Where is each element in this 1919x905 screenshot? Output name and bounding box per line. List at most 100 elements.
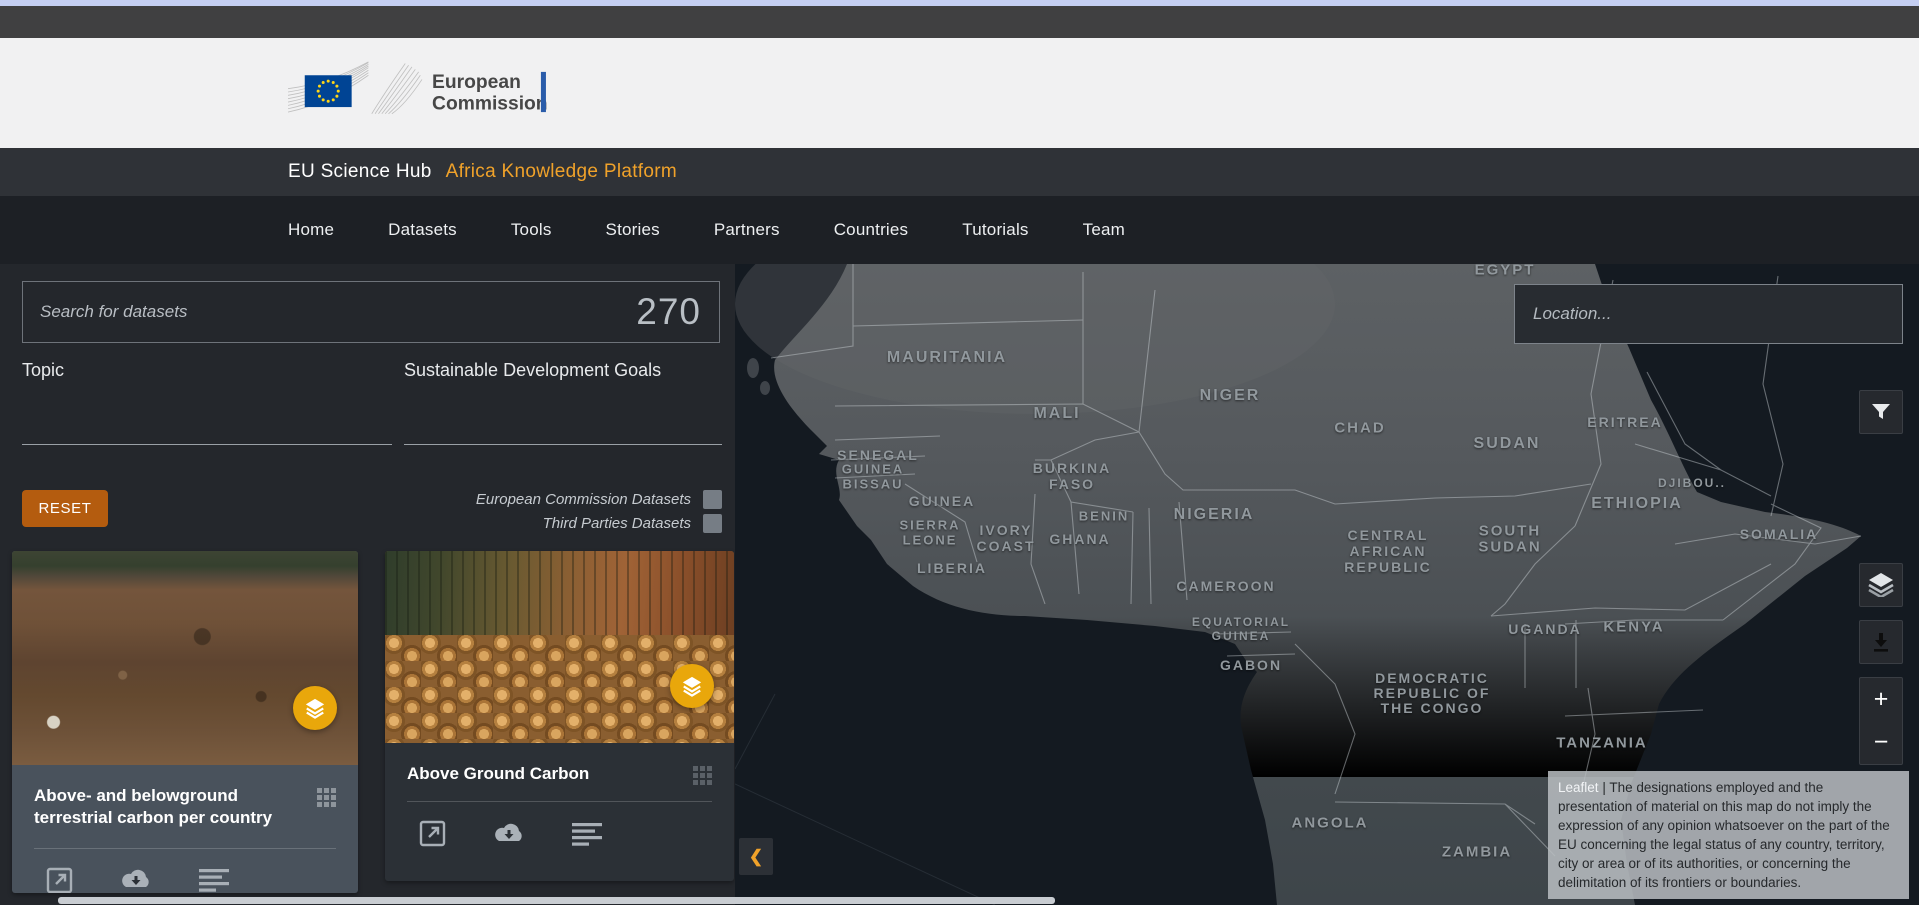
map-filter-button[interactable] <box>1859 390 1903 434</box>
european-commission-logo[interactable]: European Commission <box>288 50 556 134</box>
country-label: BENIN <box>1079 509 1129 524</box>
nav-item-stories[interactable]: Stories <box>606 220 660 240</box>
country-label: REPUBLIC OF <box>1374 685 1491 701</box>
country-label: SOUTH <box>1479 523 1542 540</box>
dataset-card-title: Above- and belowground terrestrial carbo… <box>34 785 292 830</box>
nav-item-label: Tutorials <box>962 220 1028 239</box>
sdg-select[interactable]: Sustainable Development Goals <box>404 360 661 381</box>
result-count: 270 <box>636 291 719 333</box>
africa-map[interactable]: EGYPTMAURITANIAMALINIGERCHADSUDANERITREA… <box>735 264 1919 905</box>
nav-item-tutorials[interactable]: Tutorials <box>962 220 1028 240</box>
country-label: ETHIOPIA <box>1591 495 1683 513</box>
source-filter-row: European Commission Datasets <box>476 490 722 509</box>
country-label: SUDAN <box>1474 435 1541 453</box>
country-label: GUINEA <box>909 493 975 509</box>
country-label: ZAMBIA <box>1442 844 1512 861</box>
ec-header: European Commission <box>0 38 1919 148</box>
dataset-card-image <box>385 551 734 743</box>
topic-underline <box>22 444 392 445</box>
horizontal-scrollbar[interactable] <box>58 897 1055 904</box>
country-label: THE CONGO <box>1381 700 1484 716</box>
description-icon[interactable] <box>572 822 602 846</box>
source-filter-checkbox[interactable] <box>703 490 722 509</box>
source-filter-checkbox[interactable] <box>703 514 722 533</box>
country-label: EQUATORIAL <box>1192 615 1290 629</box>
source-filter-label: Third Parties Datasets <box>543 515 691 532</box>
nav-item-team[interactable]: Team <box>1083 220 1125 240</box>
open-external-icon[interactable] <box>419 820 446 847</box>
nav-item-label: Team <box>1083 220 1125 239</box>
cloud-download-icon[interactable] <box>492 822 526 846</box>
nav-item-home[interactable]: Home <box>288 220 334 240</box>
grid-icon[interactable] <box>693 766 712 785</box>
dataset-card[interactable]: Above Ground Carbon <box>385 551 734 881</box>
country-label: UGANDA <box>1508 621 1581 637</box>
country-label: FASO <box>1049 476 1095 492</box>
country-label: CHAD <box>1334 420 1385 437</box>
island <box>747 358 759 378</box>
country-label: NIGERIA <box>1174 506 1255 524</box>
sidebar-collapse-button[interactable]: ❮ <box>739 838 773 875</box>
add-to-map-button[interactable] <box>293 686 337 730</box>
nav-item-label: Partners <box>714 220 780 239</box>
map-zoom-control: + − <box>1859 677 1903 765</box>
attribution-text: | The designations employed and the pres… <box>1558 780 1890 890</box>
sdg-underline <box>404 444 722 445</box>
description-icon[interactable] <box>199 868 229 892</box>
africa-knowledge-platform-page: European Commission EU Science Hub Afric… <box>0 0 1919 905</box>
card-divider <box>34 848 336 849</box>
country-label: SOMALIA <box>1740 526 1819 542</box>
source-filter-row: Third Parties Datasets <box>476 514 722 533</box>
nav-item-datasets[interactable]: Datasets <box>388 220 457 240</box>
country-label: MAURITANIA <box>887 349 1007 367</box>
zoom-out-button[interactable]: − <box>1860 721 1902 764</box>
add-to-map-button[interactable] <box>670 664 714 708</box>
cloud-download-icon[interactable] <box>119 868 153 892</box>
source-filter-label: European Commission Datasets <box>476 491 691 508</box>
nav-item-label: Tools <box>511 220 552 239</box>
country-label: SUDAN <box>1478 539 1541 556</box>
grid-icon[interactable] <box>317 788 336 807</box>
africa-knowledge-platform-link[interactable]: Africa Knowledge Platform <box>446 161 677 183</box>
download-icon <box>1871 632 1891 652</box>
country-label: GUINEA <box>1212 629 1271 643</box>
map-download-button[interactable] <box>1859 620 1903 664</box>
country-label: CENTRAL <box>1348 527 1429 543</box>
open-external-icon[interactable] <box>46 867 73 893</box>
country-label: MALI <box>1033 405 1080 423</box>
chevron-left-icon: ❮ <box>749 847 763 867</box>
search-input[interactable] <box>23 301 636 323</box>
country-label: NIGER <box>1200 387 1261 405</box>
country-label: KENYA <box>1603 619 1664 636</box>
topic-select[interactable]: Topic <box>22 360 64 381</box>
map-layers-button[interactable] <box>1859 563 1903 607</box>
card-divider <box>407 801 712 802</box>
country-label: DJIBOU.. <box>1658 476 1726 490</box>
country-label: LEONE <box>903 533 958 548</box>
dataset-search-box: 270 <box>22 281 720 343</box>
nav-item-countries[interactable]: Countries <box>834 220 909 240</box>
location-input[interactable] <box>1515 303 1902 325</box>
nav-item-tools[interactable]: Tools <box>511 220 552 240</box>
country-label: REPUBLIC <box>1344 559 1432 575</box>
leaflet-link[interactable]: Leaflet <box>1558 780 1599 795</box>
reset-button[interactable]: RESET <box>22 490 108 527</box>
eu-science-hub-link[interactable]: EU Science Hub <box>288 161 432 183</box>
funnel-icon <box>1871 403 1891 421</box>
dataset-card-body: Above Ground Carbon <box>385 743 734 847</box>
country-label: GHANA <box>1049 531 1110 547</box>
dataset-card-image <box>12 551 358 765</box>
site-title-bar: EU Science Hub Africa Knowledge Platform <box>0 148 1919 196</box>
country-label: IVORY <box>979 522 1032 538</box>
dataset-card[interactable]: Above- and belowground terrestrial carbo… <box>12 551 358 893</box>
source-filters: European Commission Datasets Third Parti… <box>476 490 722 533</box>
country-label: GUINEA <box>842 462 905 477</box>
nav-item-partners[interactable]: Partners <box>714 220 780 240</box>
country-label: BURKINA <box>1033 460 1112 476</box>
nav-item-label: Home <box>288 220 334 239</box>
island <box>760 381 770 395</box>
country-label: COAST <box>977 538 1036 554</box>
zoom-in-button[interactable]: + <box>1860 678 1902 721</box>
layers-icon <box>304 697 326 719</box>
dataset-card-title: Above Ground Carbon <box>407 763 589 785</box>
